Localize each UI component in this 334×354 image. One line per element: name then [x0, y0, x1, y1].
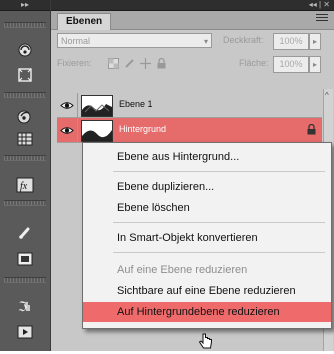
- blend-mode-value: Normal: [61, 36, 91, 46]
- blend-mode-select[interactable]: Normal ▾: [57, 33, 212, 48]
- lock-label: Fixieren:: [57, 58, 92, 68]
- panel-menu-icon[interactable]: [316, 14, 328, 24]
- 3d-rotate-icon: [16, 41, 34, 59]
- tools-divider: [4, 200, 46, 206]
- mask-icon: [16, 250, 34, 268]
- tab-layers[interactable]: Ebenen: [57, 13, 112, 30]
- eye-icon: [60, 101, 74, 109]
- menu-separator: [113, 171, 325, 172]
- eye-icon: [60, 126, 74, 134]
- lock-paint-icon[interactable]: [123, 57, 135, 69]
- play-icon: [16, 323, 34, 341]
- menu-item-delete-layer[interactable]: Ebene löschen: [83, 198, 331, 218]
- menu-item-merge-visible[interactable]: Sichtbare auf eine Ebene reduzieren: [83, 281, 331, 301]
- grid-icon: [16, 130, 34, 148]
- menu-separator: [113, 252, 325, 253]
- layer-thumbnail: [81, 95, 113, 117]
- tools-divider: [4, 92, 46, 98]
- menu-item-layer-from-background[interactable]: Ebene aus Hintergrund...: [83, 147, 331, 167]
- visibility-toggle[interactable]: [57, 93, 78, 117]
- fx-tool[interactable]: fx: [0, 173, 50, 197]
- 3d-orbit-icon: [16, 66, 34, 84]
- tools-divider: [4, 155, 46, 161]
- scroll-up-icon[interactable]: ^: [325, 91, 329, 100]
- panel-tab-row: Ebenen: [51, 11, 334, 30]
- visibility-toggle[interactable]: [57, 118, 78, 142]
- menu-item-flatten-image[interactable]: Auf Hintergrundebene reduzieren: [83, 302, 331, 322]
- menu-separator: [113, 222, 325, 223]
- panel-collapse-bar[interactable]: ◂◂ | ✕: [51, 0, 334, 11]
- 3d-rotate-tool[interactable]: [0, 38, 50, 62]
- svg-text:ℑ: ℑ: [18, 299, 27, 314]
- tools-column: ▸▸ fx ℑ: [0, 0, 51, 351]
- layer-thumbnail: [81, 120, 113, 142]
- play-tool[interactable]: [0, 320, 50, 344]
- brush-tool[interactable]: [0, 221, 50, 245]
- lock-move-icon[interactable]: [139, 57, 151, 69]
- 3d-camera-icon: [16, 107, 34, 125]
- opacity-label: Deckkraft:: [223, 35, 264, 45]
- tools-divider: [4, 22, 46, 28]
- opacity-arrow-icon[interactable]: ▸: [309, 33, 321, 50]
- adjust-icon: ℑ: [16, 297, 34, 315]
- mask-tool[interactable]: [0, 247, 50, 271]
- fill-arrow-icon[interactable]: ▸: [309, 56, 321, 73]
- brush-icon: [16, 224, 34, 242]
- tools-collapse-bar[interactable]: ▸▸: [0, 0, 50, 11]
- layer-context-menu: Ebene aus Hintergrund... Ebene duplizier…: [82, 142, 332, 329]
- lock-row: Fixieren: Fläche: 100% ▸: [51, 54, 334, 74]
- lock-transparency-icon[interactable]: [107, 57, 119, 69]
- layer-name: Hintergrund: [119, 124, 167, 134]
- lock-options: [107, 57, 167, 69]
- tools-divider: [4, 277, 46, 283]
- lock-icon: [307, 123, 316, 138]
- menu-item-duplicate-layer[interactable]: Ebene duplizieren...: [83, 177, 331, 197]
- chevron-down-icon: ▾: [203, 37, 208, 46]
- 3d-orbit-tool[interactable]: [0, 63, 50, 87]
- lock-all-icon[interactable]: [155, 57, 167, 69]
- photoshop-window: ▸▸ fx ℑ ◂◂ | ✕ Ebenen Normal ▾ Deckkraft…: [0, 0, 334, 351]
- menu-item-merge-down[interactable]: Auf eine Ebene reduzieren: [83, 260, 331, 280]
- fill-label: Fläche:: [239, 58, 269, 68]
- fx-icon: fx: [16, 176, 34, 194]
- 3d-camera-tool[interactable]: [0, 104, 50, 128]
- blend-row: Normal ▾ Deckkraft: 100% ▸: [51, 31, 334, 51]
- opacity-field[interactable]: 100%: [273, 33, 309, 50]
- adjust-tool[interactable]: ℑ: [0, 294, 50, 318]
- svg-text:fx: fx: [20, 181, 28, 192]
- layer-row-selected[interactable]: Hintergrund: [57, 118, 322, 143]
- fill-field[interactable]: 100%: [273, 56, 309, 73]
- layer-row[interactable]: Ebene 1: [57, 93, 322, 118]
- layer-name: Ebene 1: [119, 99, 153, 109]
- menu-item-convert-smart-object[interactable]: In Smart-Objekt konvertieren: [83, 228, 331, 248]
- grid-tool[interactable]: [0, 127, 50, 151]
